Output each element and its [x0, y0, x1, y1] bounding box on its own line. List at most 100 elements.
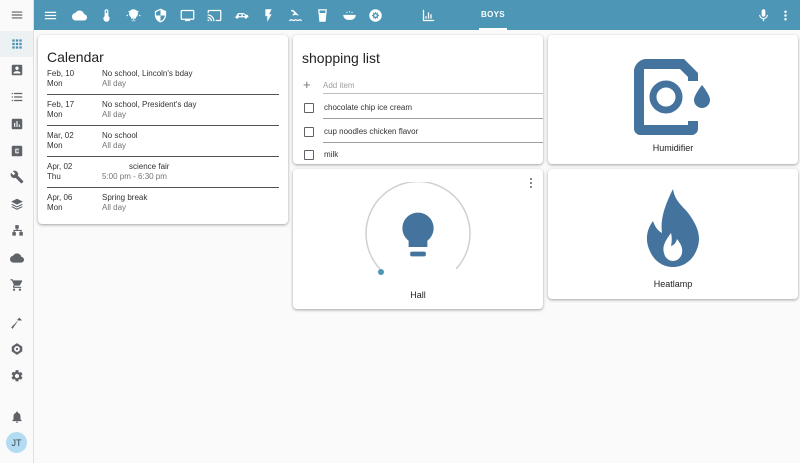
- car-icon: [234, 12, 248, 19]
- overflow-menu-button[interactable]: [777, 7, 793, 23]
- event-day: Mon: [47, 79, 63, 88]
- event-title: science fair: [129, 162, 170, 171]
- slider-handle[interactable]: [378, 269, 384, 275]
- add-item-input[interactable]: Add item: [323, 81, 355, 90]
- voice-command-button[interactable]: [755, 7, 771, 23]
- sidebar-menu-button[interactable]: [0, 0, 33, 30]
- humidifier-card[interactable]: Humidifier: [548, 35, 798, 164]
- sidebar-item-c[interactable]: [0, 138, 33, 164]
- event-time: All day: [102, 203, 127, 212]
- lightbulb-icon[interactable]: [399, 211, 437, 261]
- more-vert-icon: [783, 10, 787, 20]
- humidifier-name: Humidifier: [652, 143, 694, 153]
- sidebar-item-history[interactable]: [0, 111, 33, 137]
- view-tab-cup[interactable]: [314, 7, 330, 23]
- avatar[interactable]: JT: [6, 432, 27, 453]
- shield-icon: [154, 8, 166, 22]
- view-tab-car[interactable]: [233, 7, 249, 23]
- view-tab-climate[interactable]: [98, 7, 114, 23]
- event-title: Spring break: [102, 193, 148, 202]
- view-tab-bowl[interactable]: [341, 7, 357, 23]
- event-time: All day: [102, 141, 127, 150]
- event-date: Feb, 17: [47, 100, 75, 109]
- sidebar-item-shopping[interactable]: [0, 272, 33, 298]
- topbar-menu-button[interactable]: [42, 7, 58, 23]
- sidebar: JT: [0, 0, 34, 463]
- light-card: Hall: [293, 169, 543, 309]
- calendar-event[interactable]: Feb, 17 Mon No school, President's day All…: [47, 100, 279, 131]
- sidebar-item-notifications[interactable]: [0, 404, 33, 430]
- view-tab-cast[interactable]: [206, 7, 222, 23]
- c-box-icon: [11, 145, 22, 157]
- bowl-icon: [342, 10, 356, 20]
- light-name: Hall: [410, 290, 426, 300]
- event-title: No school, Lincoln's bday: [102, 69, 193, 78]
- item-checkbox[interactable]: [304, 150, 314, 160]
- menu-icon: [44, 11, 56, 19]
- settings-cycle-icon: [368, 8, 382, 22]
- view-tab-chart[interactable]: [420, 7, 436, 23]
- shopping-list-card: shopping list + Add item chocolate chip …: [293, 35, 543, 164]
- top-app-bar: BOYS: [34, 0, 800, 30]
- view-tab-security[interactable]: [152, 7, 168, 23]
- event-date: Apr, 06: [47, 193, 73, 202]
- monitor-icon: [180, 9, 194, 21]
- add-item-row: + Add item: [303, 78, 543, 94]
- view-tab-media[interactable]: [179, 7, 195, 23]
- view-tab-system[interactable]: [367, 7, 383, 23]
- bell-icon: [11, 411, 22, 423]
- fire-icon: [646, 189, 699, 267]
- flash-icon: [264, 8, 272, 22]
- sidebar-item-list[interactable]: [0, 84, 33, 110]
- calendar-event[interactable]: Apr, 02 Thu science fair 5:00 pm - 6:30 pm: [47, 162, 279, 193]
- view-tab-weather[interactable]: [71, 7, 87, 23]
- event-time: All day: [102, 79, 127, 88]
- sidebar-item-settings[interactable]: [0, 363, 33, 389]
- tab-boys[interactable]: BOYS: [479, 0, 507, 30]
- sidebar-item-account[interactable]: [0, 57, 33, 83]
- calendar-event[interactable]: Mar, 02 Mon No school All day: [47, 131, 279, 162]
- calendar-title: Calendar: [47, 49, 104, 65]
- sidebar-item-sitemap[interactable]: [0, 218, 33, 244]
- item-checkbox[interactable]: [304, 127, 314, 137]
- sidebar-item-cloud[interactable]: [0, 245, 33, 271]
- shopping-list-title: shopping list: [302, 50, 380, 66]
- lightbulb-icon: [126, 8, 140, 21]
- menu-icon: [11, 11, 22, 19]
- cast-icon: [207, 9, 221, 21]
- sidebar-item-hubspot[interactable]: [0, 336, 33, 362]
- input-underline: [323, 93, 543, 94]
- item-text[interactable]: milk: [324, 150, 338, 159]
- event-time: All day: [102, 110, 127, 119]
- wrench-icon: [10, 170, 23, 184]
- calendar-event[interactable]: Feb, 10 Mon No school, Lincoln's bday All …: [47, 69, 279, 100]
- item-checkbox[interactable]: [304, 103, 314, 113]
- view-tab-pool[interactable]: [287, 7, 303, 23]
- calendar-event[interactable]: Apr, 06 Mon Spring break All day: [47, 193, 279, 224]
- heatlamp-card[interactable]: Heatlamp: [548, 169, 798, 299]
- cup-icon: [317, 8, 327, 22]
- view-tab-energy[interactable]: [260, 7, 276, 23]
- list-item: chocolate chip ice cream: [303, 101, 543, 121]
- hubspot-icon: [11, 343, 22, 355]
- sitemap-icon: [11, 225, 23, 236]
- plus-icon[interactable]: +: [303, 78, 311, 92]
- divider: [47, 187, 279, 188]
- list-item: cup noodles chicken flavor: [303, 125, 543, 145]
- list-item: milk: [303, 148, 543, 168]
- event-date: Feb, 10: [47, 69, 75, 78]
- sidebar-item-tools[interactable]: [0, 164, 33, 190]
- item-text[interactable]: cup noodles chicken flavor: [324, 127, 418, 136]
- account-box-icon: [11, 64, 22, 76]
- view-tab-lights[interactable]: [125, 7, 141, 23]
- item-text[interactable]: chocolate chip ice cream: [324, 103, 412, 112]
- thermometer-icon: [102, 8, 110, 22]
- microphone-icon: [758, 8, 768, 21]
- sidebar-item-developer[interactable]: [0, 310, 33, 336]
- event-day: Mon: [47, 110, 63, 119]
- sidebar-item-layers[interactable]: [0, 191, 33, 217]
- cloud-icon: [9, 253, 24, 263]
- sidebar-item-overview[interactable]: [0, 31, 33, 57]
- divider: [47, 94, 279, 95]
- more-info-button[interactable]: [529, 178, 533, 190]
